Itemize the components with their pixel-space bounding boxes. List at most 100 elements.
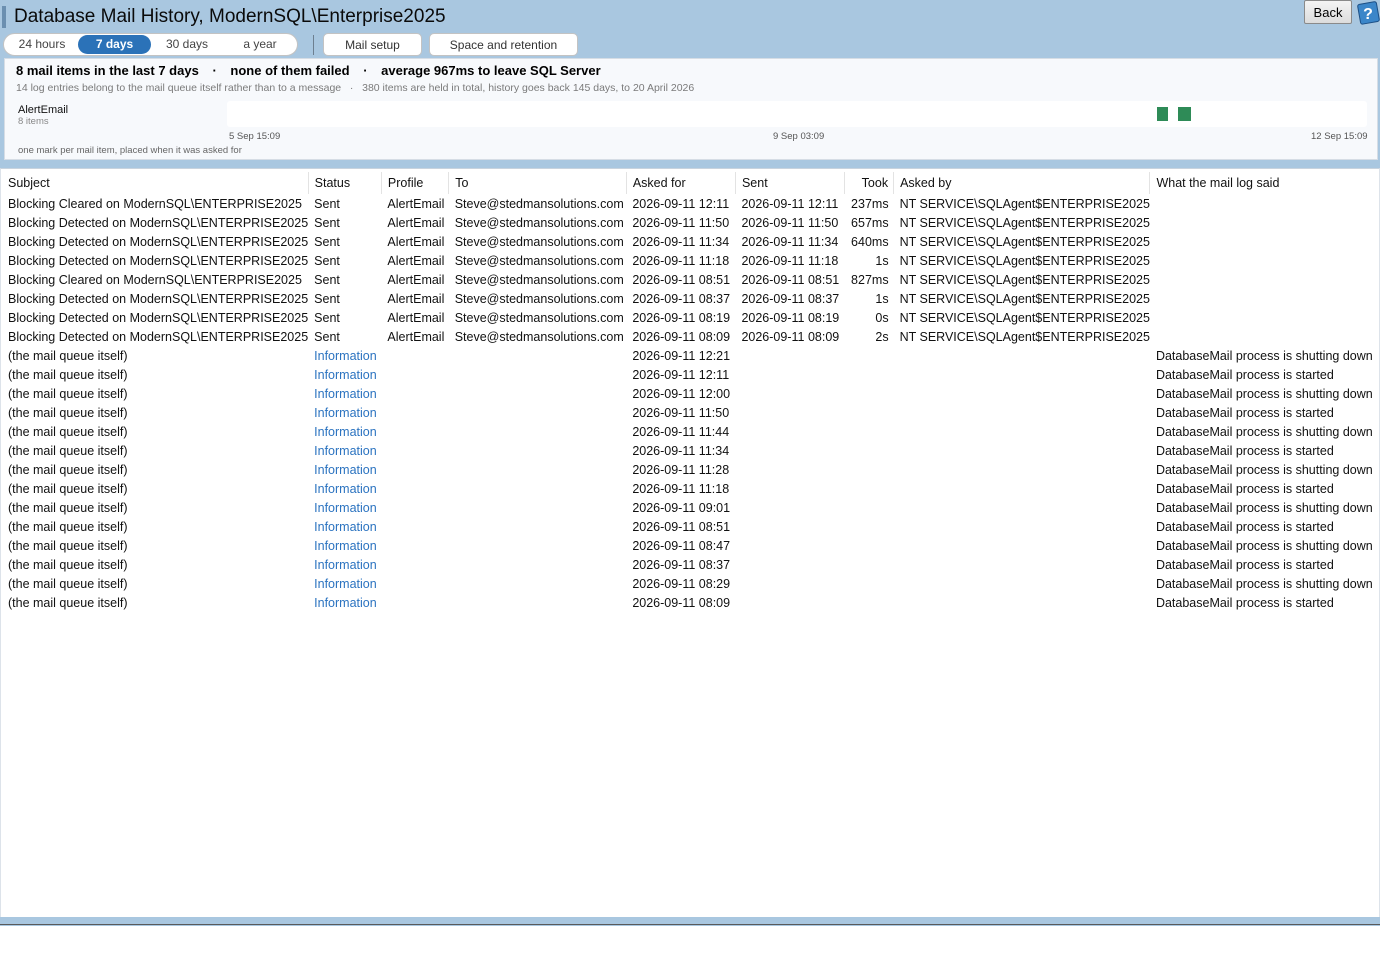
table-row[interactable]: (the mail queue itself) Information 2026-0… (2, 365, 1379, 384)
cell-to: Steve@stedmansolutions.com (454, 253, 624, 268)
table-row[interactable]: (the mail queue itself) Information 2026-0… (2, 384, 1379, 403)
cell-subject: Blocking Detected on ModernSQL\ENTERPRIS… (8, 329, 309, 344)
back-button[interactable]: Back (1304, 0, 1352, 24)
period-a-year[interactable]: a year (226, 35, 294, 54)
table-row[interactable]: Blocking Detected on ModernSQL\ENTERPRIS… (2, 251, 1379, 270)
table-row[interactable]: (the mail queue itself) Information 2026-0… (2, 593, 1379, 612)
table-row[interactable]: Blocking Detected on ModernSQL\ENTERPRIS… (2, 308, 1379, 327)
timeline-mark[interactable] (1184, 107, 1191, 121)
cell-profile: AlertEmail (387, 310, 445, 325)
table-row[interactable]: (the mail queue itself) Information 2026-0… (2, 536, 1379, 555)
cell-status: Sent (314, 291, 340, 306)
cell-log: DatabaseMail process is started (1155, 443, 1334, 458)
cell-took: 657ms (851, 215, 889, 230)
cell-status: Information (314, 405, 377, 420)
table-row[interactable]: (the mail queue itself) Information 2026-0… (2, 479, 1379, 498)
cell-sent (735, 403, 844, 422)
table-row[interactable]: (the mail queue itself) Information 2026-0… (2, 460, 1379, 479)
column-header-sent[interactable]: Sent (735, 172, 846, 194)
table-row[interactable]: (the mail queue itself) Information 2026-0… (2, 555, 1379, 574)
space-retention-button[interactable]: Space and retention (429, 33, 578, 56)
cell-log: DatabaseMail process is shutting down (1155, 462, 1373, 477)
cell-asked-for: 2026-09-11 12:00 (632, 386, 731, 401)
cell-status: Sent (314, 310, 340, 325)
cell-asked-for: 2026-09-11 12:21 (632, 348, 731, 363)
cell-status: Information (314, 424, 377, 439)
cell-status: Information (314, 519, 377, 534)
cell-took (845, 441, 894, 460)
table-row[interactable]: (the mail queue itself) Information 2026-0… (2, 346, 1379, 365)
table-row[interactable]: (the mail queue itself) Information 2026-0… (2, 517, 1379, 536)
window-bottom-border (0, 924, 1380, 925)
cell-asked-for: 2026-09-11 11:18 (632, 481, 730, 496)
cell-asked-by (894, 555, 1150, 574)
table-row[interactable]: Blocking Detected on ModernSQL\ENTERPRIS… (2, 289, 1379, 308)
cell-subject: (the mail queue itself) (8, 595, 128, 610)
cell-asked-by: NT SERVICE\SQLAgent$ENTERPRISE2025 (899, 234, 1150, 249)
timeline-mark[interactable] (1161, 107, 1168, 121)
svg-text:?: ? (1363, 6, 1373, 23)
table-row[interactable]: Blocking Cleared on ModernSQL\ENTERPRISE… (2, 194, 1379, 213)
table-row[interactable]: (the mail queue itself) Information 2026-0… (2, 574, 1379, 593)
cell-subject: Blocking Cleared on ModernSQL\ENTERPRISE… (8, 196, 302, 211)
cell-asked-for: 2026-09-11 11:44 (632, 424, 730, 439)
cell-profile: AlertEmail (387, 253, 445, 268)
cell-took (845, 460, 894, 479)
cell-log: DatabaseMail process is shutting down (1155, 576, 1373, 591)
cell-to (449, 555, 627, 574)
cell-profile (381, 365, 448, 384)
mail-history-grid: Subject Status Profile To Asked for Sent… (0, 168, 1380, 917)
cell-took: 1s (875, 291, 889, 306)
cell-status: Sent (314, 215, 340, 230)
cell-took (845, 365, 894, 384)
table-row[interactable]: (the mail queue itself) Information 2026-0… (2, 403, 1379, 422)
cell-asked-for: 2026-09-11 11:50 (632, 215, 730, 230)
period-7-days[interactable]: 7 days (78, 35, 151, 54)
table-row[interactable]: Blocking Cleared on ModernSQL\ENTERPRISE… (2, 270, 1379, 289)
cell-to (449, 346, 627, 365)
cell-log: DatabaseMail process is started (1155, 367, 1334, 382)
column-header-asked-for[interactable]: Asked for (626, 172, 736, 194)
table-row[interactable]: (the mail queue itself) Information 2026-0… (2, 498, 1379, 517)
help-icon[interactable]: ? (1355, 0, 1380, 26)
column-header-to[interactable]: To (448, 172, 627, 194)
cell-profile (381, 479, 448, 498)
timeline-track (227, 101, 1367, 127)
cell-log: DatabaseMail process is shutting down (1155, 424, 1373, 439)
table-row[interactable]: Blocking Detected on ModernSQL\ENTERPRIS… (2, 327, 1379, 346)
cell-to (449, 517, 627, 536)
cell-to (449, 479, 627, 498)
table-row[interactable]: (the mail queue itself) Information 2026-0… (2, 441, 1379, 460)
cell-log: DatabaseMail process is started (1155, 557, 1334, 572)
column-header-log[interactable]: What the mail log said (1150, 172, 1379, 194)
window-title: Database Mail History, ModernSQL\Enterpr… (14, 6, 446, 27)
cell-asked-by: NT SERVICE\SQLAgent$ENTERPRISE2025 (899, 272, 1150, 287)
column-header-status[interactable]: Status (308, 172, 382, 194)
table-row[interactable]: (the mail queue itself) Information 2026-0… (2, 422, 1379, 441)
cell-asked-by (894, 498, 1150, 517)
cell-log: DatabaseMail process is shutting down (1155, 386, 1373, 401)
column-header-took[interactable]: Took (844, 172, 895, 194)
cell-profile: AlertEmail (387, 272, 445, 287)
cell-took (845, 422, 894, 441)
cell-subject: Blocking Detected on ModernSQL\ENTERPRIS… (8, 291, 309, 306)
cell-sent (735, 460, 844, 479)
cell-asked-by (894, 593, 1150, 612)
cell-sent: 2026-09-11 08:51 (741, 272, 840, 287)
cell-took: 0s (875, 310, 889, 325)
cell-asked-by: NT SERVICE\SQLAgent$ENTERPRISE2025 (899, 329, 1150, 344)
column-header-profile[interactable]: Profile (381, 172, 450, 194)
table-row[interactable]: Blocking Detected on ModernSQL\ENTERPRIS… (2, 213, 1379, 232)
cell-asked-by: NT SERVICE\SQLAgent$ENTERPRISE2025 (899, 253, 1150, 268)
cell-to (449, 422, 627, 441)
cell-to (449, 384, 627, 403)
column-header-asked-by[interactable]: Asked by (893, 172, 1151, 194)
period-30-days[interactable]: 30 days (154, 35, 220, 54)
cell-profile (381, 403, 448, 422)
period-24-hours[interactable]: 24 hours (6, 35, 78, 54)
column-header-subject[interactable]: Subject (2, 172, 309, 194)
mail-setup-button[interactable]: Mail setup (323, 33, 422, 56)
cell-log (1150, 327, 1379, 346)
table-row[interactable]: Blocking Detected on ModernSQL\ENTERPRIS… (2, 232, 1379, 251)
cell-took (845, 593, 894, 612)
